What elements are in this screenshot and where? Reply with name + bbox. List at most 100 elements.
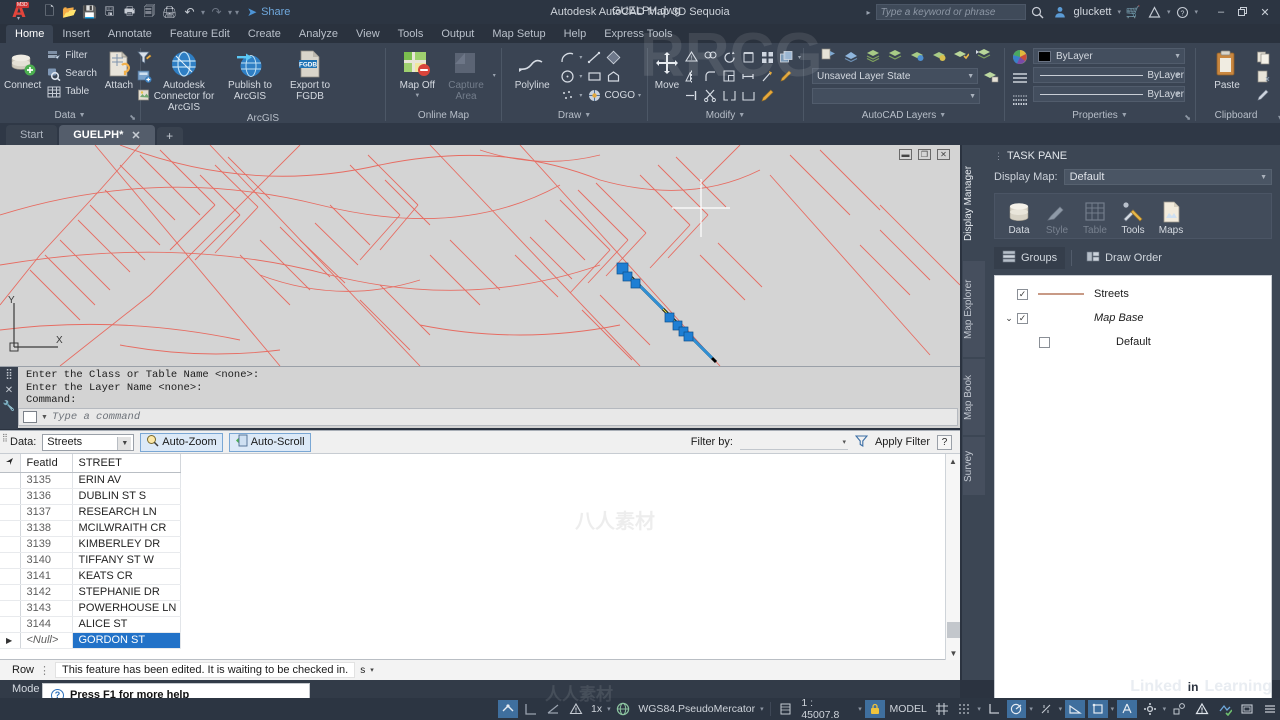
window-minimize-button[interactable]: – (1210, 1, 1232, 23)
tree-item-map-base[interactable]: ⌄ ✓ Map Base (995, 306, 1271, 330)
array-icon[interactable] (758, 48, 776, 66)
tree-checkbox-default[interactable] (1039, 336, 1050, 348)
cut-clip-icon[interactable] (1254, 67, 1272, 85)
row-marker-cell[interactable] (0, 504, 21, 521)
scale-caret-icon[interactable]: ▾ (858, 705, 862, 713)
polygon-icon[interactable] (604, 67, 622, 85)
snap-mode-icon[interactable] (498, 700, 518, 718)
tab-feature-edit[interactable]: Feature Edit (161, 25, 239, 43)
data-dialog-launcher-icon[interactable]: ⬊ (129, 113, 136, 122)
move-button[interactable]: Move (654, 46, 680, 91)
data-table-grip-icon[interactable]: ⣿ (2, 434, 8, 451)
layer-state-combo[interactable]: Unsaved Layer State ▼ (812, 68, 979, 84)
join-icon[interactable] (739, 86, 757, 104)
grid-display-icon[interactable] (521, 700, 541, 718)
drawing-tab-guelph[interactable]: GUELPH* ✕ (59, 125, 155, 145)
connect-button[interactable]: Connect (4, 46, 41, 91)
autodesk-logo-icon[interactable] (1145, 2, 1165, 22)
layer-merge-icon[interactable] (974, 46, 992, 64)
scissors-icon[interactable] (701, 86, 719, 104)
panel-title-data[interactable]: Data ▼ (0, 108, 140, 123)
cell-street[interactable]: KEATS CR (72, 568, 181, 585)
filter-button[interactable]: Filter (43, 47, 100, 64)
task-pane-data-button[interactable]: Data (1001, 199, 1037, 236)
customization-menu-icon[interactable] (1260, 700, 1280, 718)
table-row[interactable]: 3136 DUBLIN ST S (0, 488, 181, 505)
pencil-icon[interactable] (758, 86, 776, 104)
command-input[interactable]: ▼ Type a command (18, 408, 958, 426)
ortho-toggle-icon[interactable] (984, 700, 1004, 718)
paste-button[interactable]: Paste (1202, 46, 1252, 91)
drawing-canvas[interactable]: Y X ▬ ❐ ✕ (0, 145, 960, 366)
cogo-label[interactable]: COGO (604, 90, 635, 101)
save-icon[interactable]: 💾 (80, 3, 99, 22)
edit-poly-icon[interactable] (777, 67, 795, 85)
layer-lock-icon[interactable] (908, 46, 926, 64)
row-marker-cell[interactable] (0, 488, 21, 505)
canvas-close-button[interactable]: ✕ (937, 149, 950, 160)
window-close-button[interactable]: ✕ (1254, 1, 1276, 23)
snap-caret-icon[interactable]: ▾ (977, 705, 981, 713)
canvas-restore-button[interactable]: ❐ (918, 149, 931, 160)
redo-icon[interactable]: ↷ (207, 3, 226, 22)
lineweight-combo[interactable]: ByLayer ▼ (1033, 86, 1185, 102)
apply-filter-label[interactable]: Apply Filter (875, 436, 930, 448)
lock-icon[interactable] (864, 700, 885, 718)
fillet-icon[interactable] (701, 67, 719, 85)
table-row[interactable]: 3137 RESEARCH LN (0, 504, 181, 521)
table-row[interactable]: 3141 KEATS CR (0, 568, 181, 585)
arc-icon[interactable] (558, 48, 576, 66)
display-map-combo[interactable]: Default ▼ (1063, 169, 1272, 185)
drawing-tab-start[interactable]: Start (6, 125, 58, 145)
drawing-tab-close-icon[interactable]: ✕ (131, 129, 140, 142)
publish-icon[interactable]: 🗐 (140, 3, 159, 22)
table-row[interactable]: 3143 POWERHOUSE LN (0, 600, 181, 617)
share-button[interactable]: ➤ Share (247, 5, 290, 19)
data-table-help-button[interactable]: ? (937, 434, 952, 450)
tree-item-default[interactable]: Default (995, 330, 1271, 354)
autodesk-menu-caret-icon[interactable]: ▾ (1167, 8, 1171, 16)
rectangle-icon[interactable] (585, 67, 603, 85)
table-row[interactable]: 3142 STEPHANIE DR (0, 584, 181, 601)
column-header-street[interactable]: STREET (72, 454, 181, 473)
row-marker-cell[interactable] (0, 472, 21, 489)
object-snap-icon[interactable] (1036, 700, 1056, 718)
hatch-icon[interactable] (604, 48, 622, 66)
rotate-icon[interactable] (720, 48, 738, 66)
tab-insert[interactable]: Insert (53, 25, 99, 43)
row-selector-header[interactable] (0, 454, 21, 473)
tab-home[interactable]: Home (6, 25, 54, 43)
clean-screen-icon[interactable] (1237, 700, 1257, 718)
layer-freeze-icon[interactable] (886, 46, 904, 64)
cell-street[interactable]: ALICE ST (72, 616, 181, 633)
copy-clip-icon[interactable] (1254, 48, 1272, 66)
annotation-scale-caret-icon[interactable]: ▾ (607, 705, 611, 713)
cell-street[interactable]: DUBLIN ST S (72, 488, 181, 505)
canvas-minimize-button[interactable]: ▬ (899, 149, 912, 160)
linetype-combo[interactable]: ByLayer ▼ (1033, 67, 1185, 83)
table-row[interactable]: 3139 KIMBERLEY DR (0, 536, 181, 553)
table-row[interactable]: 3144 ALICE ST (0, 616, 181, 633)
panel-title-properties[interactable]: Properties ▼ (1005, 108, 1195, 123)
tab-view[interactable]: View (347, 25, 389, 43)
search-expand-icon[interactable]: ▸ (867, 8, 871, 17)
line-icon[interactable] (585, 48, 603, 66)
annotation-warning-icon[interactable] (566, 700, 586, 718)
extend-icon[interactable] (682, 86, 700, 104)
tab-express-tools[interactable]: Express Tools (595, 25, 681, 43)
point-caret-icon[interactable]: ▾ (577, 92, 584, 99)
coordinate-system-value[interactable]: WGS84.PseudoMercator (636, 703, 757, 715)
cell-street[interactable]: STEPHANIE DR (72, 584, 181, 601)
row-marker-cell[interactable] (0, 584, 21, 601)
layer-properties-icon[interactable] (820, 46, 838, 64)
row-marker-cell[interactable] (0, 520, 21, 537)
task-pane-tools-button[interactable]: Tools (1115, 199, 1151, 236)
scale-icon[interactable] (720, 67, 738, 85)
table-button[interactable]: Table (43, 83, 100, 100)
tab-output[interactable]: Output (432, 25, 483, 43)
color-wheel-icon[interactable] (1011, 48, 1029, 66)
cell-street[interactable]: MCILWRAITH CR (72, 520, 181, 537)
tree-expander-icon[interactable]: ⌄ (1001, 313, 1017, 324)
osnap-caret-icon[interactable]: ▾ (1059, 705, 1063, 713)
cogo-icon[interactable] (585, 86, 603, 104)
